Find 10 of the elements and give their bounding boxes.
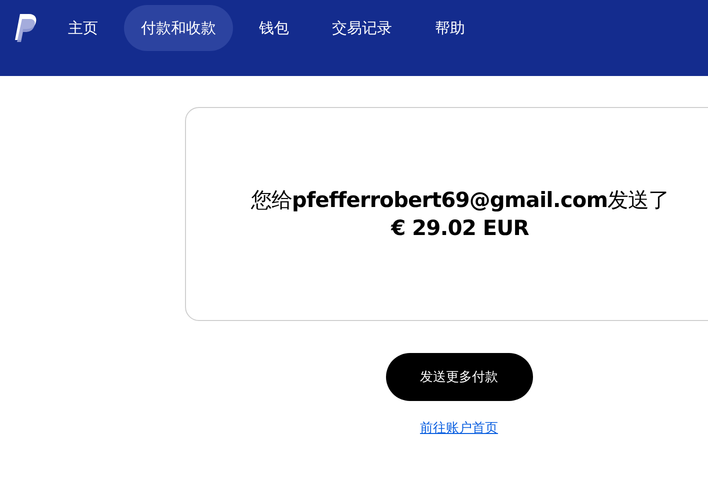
- amount-text: € 29.02 EUR: [391, 215, 529, 242]
- confirmation-message: 您给pfefferrobert69@gmail.com发送了: [250, 187, 670, 214]
- nav-tab[interactable]: 付款和收款: [124, 5, 233, 51]
- account-home-link[interactable]: 前往账户首页: [420, 419, 498, 437]
- nav-tab[interactable]: 钱包: [242, 5, 306, 51]
- logo-icon[interactable]: [13, 13, 37, 43]
- nav-tab[interactable]: 帮助: [418, 5, 482, 51]
- nav-tab[interactable]: 主页: [51, 5, 115, 51]
- nav-tab[interactable]: 交易记录: [315, 5, 409, 51]
- send-more-button[interactable]: 发送更多付款: [386, 353, 532, 401]
